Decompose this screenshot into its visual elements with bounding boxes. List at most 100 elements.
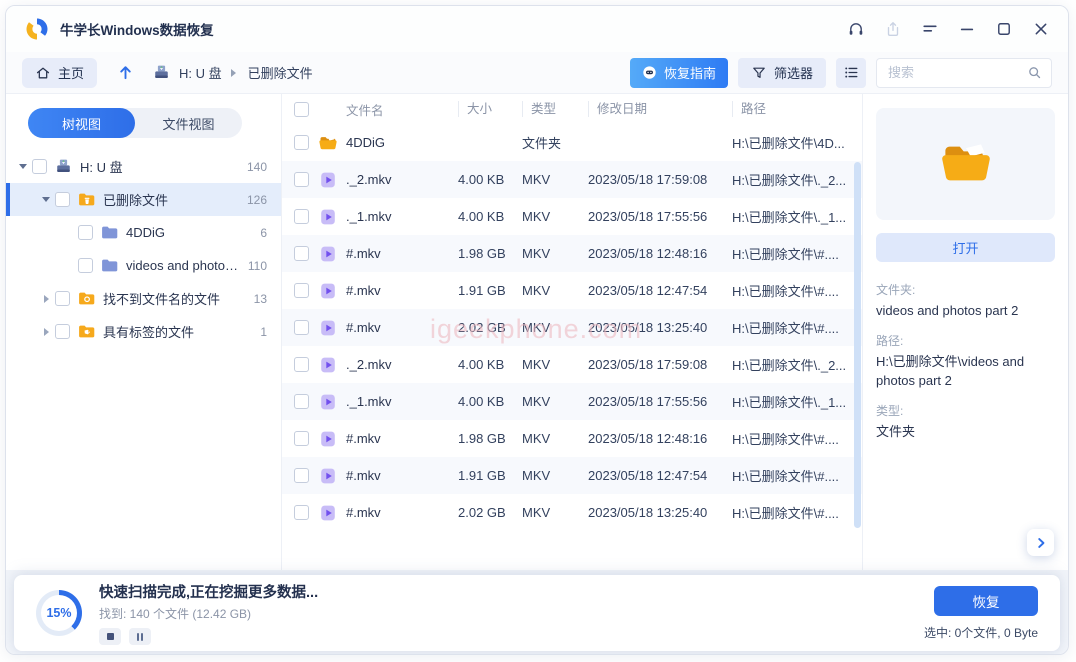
tree-item[interactable]: 4DDiG6	[6, 216, 281, 249]
share-icon[interactable]	[884, 20, 902, 38]
pause-scan-button[interactable]	[129, 628, 151, 645]
tree-item-checkbox[interactable]	[55, 192, 70, 207]
tree-item[interactable]: 具有标签的文件1	[6, 315, 281, 348]
search-input[interactable]	[886, 64, 1027, 81]
tree-expand-arrow-icon[interactable]	[14, 162, 32, 171]
search-icon[interactable]	[1027, 65, 1042, 80]
file-size-cell: 1.91 GB	[458, 468, 522, 483]
column-header-name[interactable]: 文件名	[346, 100, 458, 119]
open-button[interactable]: 打开	[876, 233, 1055, 262]
column-header-size[interactable]: 大小	[458, 101, 522, 117]
recovery-guide-label: 恢复指南	[664, 63, 716, 82]
stop-scan-button[interactable]	[99, 628, 121, 645]
table-row[interactable]: #.mkv2.02 GBMKV2023/05/18 13:25:40H:\已删除…	[282, 494, 862, 531]
tree-item[interactable]: videos and photos... 110	[6, 249, 281, 282]
video-file-icon	[318, 392, 338, 412]
row-checkbox[interactable]	[294, 283, 309, 298]
app-window: 牛学长Windows数据恢复	[5, 5, 1069, 655]
file-name-cell: #.mkv	[346, 431, 458, 446]
scan-controls	[99, 628, 318, 645]
column-header-path[interactable]: 路径	[732, 101, 862, 117]
app-title: 牛学长Windows数据恢复	[60, 19, 214, 39]
support-headphones-icon[interactable]	[847, 20, 865, 38]
table-row[interactable]: ._1.mkv4.00 KBMKV2023/05/18 17:55:56H:\已…	[282, 383, 862, 420]
tree-expand-arrow-icon[interactable]	[37, 295, 55, 303]
file-type-cell: MKV	[522, 209, 588, 224]
scan-found-count: 找到: 140 个文件 (12.42 GB)	[99, 605, 318, 622]
recovery-guide-button[interactable]: 恢复指南	[630, 58, 728, 88]
table-row[interactable]: #.mkv1.91 GBMKV2023/05/18 12:47:54H:\已删除…	[282, 272, 862, 309]
video-file-icon	[318, 244, 338, 264]
table-row[interactable]: #.mkv2.02 GBMKV2023/05/18 13:25:40H:\已删除…	[282, 309, 862, 346]
scan-message: 快速扫描完成,正在挖掘更多数据...	[99, 581, 318, 602]
row-checkbox[interactable]	[294, 357, 309, 372]
view-options-button[interactable]	[836, 58, 866, 88]
maximize-icon[interactable]	[995, 20, 1013, 38]
tree-item-checkbox[interactable]	[55, 291, 70, 306]
menu-icon[interactable]	[921, 20, 939, 38]
file-size-cell: 1.91 GB	[458, 283, 522, 298]
table-row[interactable]: ._2.mkv4.00 KBMKV2023/05/18 17:59:08H:\已…	[282, 161, 862, 198]
select-all-checkbox[interactable]	[294, 102, 309, 117]
bottom-zone: 15% 快速扫描完成,正在挖掘更多数据... 找到: 140 个文件 (12.4…	[6, 570, 1068, 655]
table-row[interactable]: ._2.mkv4.00 KBMKV2023/05/18 17:59:08H:\已…	[282, 346, 862, 383]
preview-panel: 打开 文件夹:videos and photos part 2路径:H:\已删除…	[862, 94, 1068, 570]
toolbar: 主页 H: U 盘 已删除文件	[6, 52, 1068, 94]
tree-item-checkbox[interactable]	[78, 258, 93, 273]
recover-button[interactable]: 恢复	[934, 586, 1038, 616]
titlebar: 牛学长Windows数据恢复	[6, 6, 1068, 52]
close-icon[interactable]	[1032, 20, 1050, 38]
table-scrollbar[interactable]	[854, 162, 861, 528]
row-checkbox[interactable]	[294, 320, 309, 335]
row-checkbox[interactable]	[294, 505, 309, 520]
tree-item-label: videos and photos...	[126, 258, 242, 273]
navigate-up-icon[interactable]	[117, 64, 134, 81]
row-checkbox[interactable]	[294, 135, 309, 150]
tree-item[interactable]: H: U 盘140	[6, 150, 281, 183]
folder-lost-icon	[77, 289, 96, 308]
tree-item-checkbox[interactable]	[32, 159, 47, 174]
minimize-icon[interactable]	[958, 20, 976, 38]
tree-item[interactable]: 找不到文件名的文件13	[6, 282, 281, 315]
tab-tree-view[interactable]: 树视图	[28, 108, 135, 138]
table-row[interactable]: #.mkv1.91 GBMKV2023/05/18 12:47:54H:\已删除…	[282, 457, 862, 494]
tree-item-count: 110	[248, 259, 267, 273]
tab-file-view[interactable]: 文件视图	[135, 108, 242, 138]
column-header-type[interactable]: 类型	[522, 101, 588, 117]
file-date-cell: 2023/05/18 13:25:40	[588, 320, 732, 335]
breadcrumb-folder[interactable]: 已删除文件	[248, 63, 313, 82]
row-checkbox[interactable]	[294, 431, 309, 446]
file-name-cell: ._2.mkv	[346, 357, 458, 372]
next-page-button[interactable]	[1027, 529, 1054, 556]
column-header-date[interactable]: 修改日期	[588, 101, 732, 117]
tree-expand-arrow-icon[interactable]	[37, 328, 55, 336]
row-checkbox[interactable]	[294, 246, 309, 261]
file-date-cell: 2023/05/18 12:48:16	[588, 431, 732, 446]
row-checkbox[interactable]	[294, 209, 309, 224]
tree-item[interactable]: 已删除文件126	[6, 183, 281, 216]
file-type-cell: MKV	[522, 320, 588, 335]
row-checkbox[interactable]	[294, 394, 309, 409]
tree-expand-arrow-icon[interactable]	[37, 195, 55, 204]
sidebar: 树视图 文件视图 H: U 盘140已删除文件1264DDiG6videos a…	[6, 94, 282, 570]
home-button[interactable]: 主页	[22, 58, 97, 88]
tree-item-checkbox[interactable]	[78, 225, 93, 240]
table-row[interactable]: ._1.mkv4.00 KBMKV2023/05/18 17:55:56H:\已…	[282, 198, 862, 235]
tree-item-checkbox[interactable]	[55, 324, 70, 339]
file-size-cell: 2.02 GB	[458, 320, 522, 335]
filter-button[interactable]: 筛选器	[738, 58, 826, 88]
breadcrumb-drive[interactable]: H: U 盘	[179, 63, 222, 82]
file-type-cell: MKV	[522, 431, 588, 446]
table-row[interactable]: #.mkv1.98 GBMKV2023/05/18 12:48:16H:\已删除…	[282, 235, 862, 272]
row-checkbox[interactable]	[294, 468, 309, 483]
table-row[interactable]: #.mkv1.98 GBMKV2023/05/18 12:48:16H:\已删除…	[282, 420, 862, 457]
folder-tag-icon	[77, 322, 96, 341]
file-date-cell: 2023/05/18 17:59:08	[588, 357, 732, 372]
table-row[interactable]: 4DDiG文件夹H:\已删除文件\4D...	[282, 124, 862, 161]
search-box[interactable]	[876, 58, 1052, 88]
usb-drive-icon	[152, 63, 171, 82]
content-area: 树视图 文件视图 H: U 盘140已删除文件1264DDiG6videos a…	[6, 94, 1068, 570]
folder-blue-icon	[100, 256, 119, 275]
row-checkbox[interactable]	[294, 172, 309, 187]
tree-item-count: 1	[260, 325, 267, 339]
